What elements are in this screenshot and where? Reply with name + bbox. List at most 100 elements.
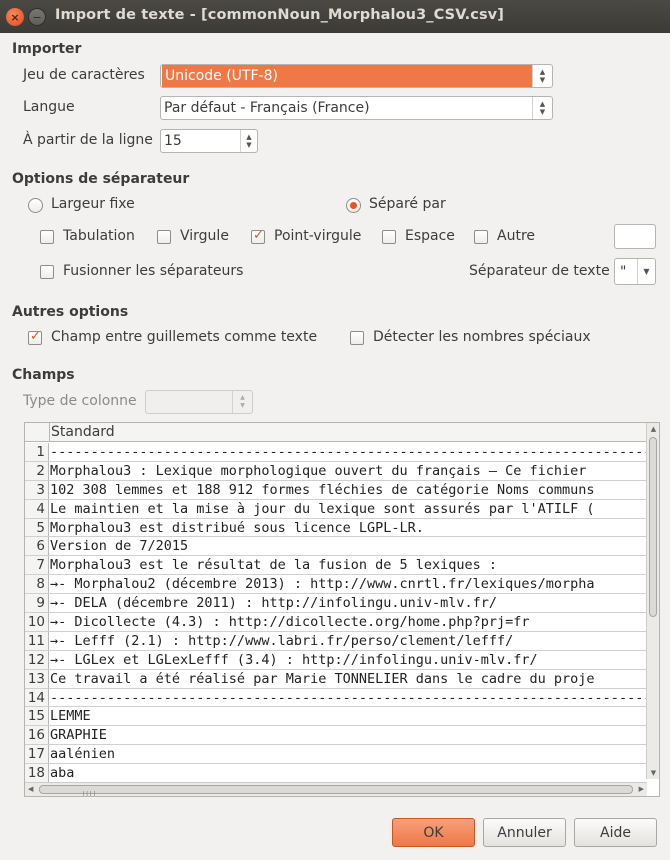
- table-row[interactable]: 16 GRAPHIE: [25, 726, 647, 746]
- spin-arrows-icon[interactable]: ▲ ▼: [240, 130, 257, 152]
- table-cell[interactable]: Morphalou3 : Lexique morphologique ouver…: [49, 462, 647, 480]
- row-number[interactable]: 4: [25, 499, 49, 518]
- cancel-button[interactable]: Annuler: [483, 818, 566, 847]
- table-cell[interactable]: Morphalou3 est distribué sous licence LG…: [49, 519, 647, 537]
- table-cell[interactable]: GRAPHIE: [49, 726, 647, 744]
- scroll-thumb[interactable]: ||||: [39, 785, 633, 796]
- spin-arrows-icon[interactable]: ▲ ▼: [532, 97, 552, 119]
- table-row[interactable]: 9 →- DELA (décembre 2011) : http://infoli…: [25, 594, 647, 614]
- quoted-as-text-label[interactable]: Champ entre guillemets comme texte: [51, 329, 317, 345]
- chevron-down-icon[interactable]: ▼: [637, 259, 655, 284]
- table-row[interactable]: 7 Morphalou3 est le résultat de la fusion…: [25, 556, 647, 576]
- tab-checkbox[interactable]: [40, 230, 54, 244]
- table-cell[interactable]: Morphalou3 est le résultat de la fusion …: [49, 556, 647, 574]
- text-delimiter-combo[interactable]: " ▼: [614, 258, 656, 285]
- merge-label[interactable]: Fusionner les séparateurs: [63, 263, 243, 279]
- other-checkbox[interactable]: [474, 230, 488, 244]
- table-row[interactable]: 11 →- Lefff (2.1) : http://www.labri.fr/p…: [25, 631, 647, 651]
- table-cell[interactable]: →- Dicollecte (4.3) : http://dicollecte.…: [49, 613, 647, 631]
- table-row[interactable]: 1 ---------------------------------------…: [25, 443, 647, 462]
- row-number[interactable]: 9: [25, 594, 49, 613]
- fixed-width-label[interactable]: Largeur fixe: [51, 196, 135, 212]
- fixed-width-radio[interactable]: [28, 198, 43, 213]
- vertical-scrollbar[interactable]: ▲ ▼: [646, 423, 659, 779]
- horizontal-scrollbar[interactable]: ◀ |||| ▶: [25, 782, 647, 796]
- merge-checkbox[interactable]: [40, 265, 54, 279]
- table-row[interactable]: 18 aba: [25, 764, 647, 784]
- table-cell[interactable]: ----------------------------------------…: [49, 443, 647, 461]
- row-number[interactable]: 14: [25, 688, 49, 707]
- table-cell[interactable]: Le maintien et la mise à jour du lexique…: [49, 500, 647, 518]
- table-row[interactable]: 2 Morphalou3 : Lexique morphologique ouve…: [25, 461, 647, 481]
- separated-by-radio[interactable]: [346, 198, 361, 213]
- row-number[interactable]: 2: [25, 461, 49, 480]
- table-row[interactable]: 14 --------------------------------------…: [25, 688, 647, 708]
- help-button[interactable]: Aide: [574, 818, 657, 847]
- close-icon[interactable]: ×: [6, 8, 24, 26]
- semicolon-label[interactable]: Point-virgule: [274, 228, 361, 244]
- space-checkbox[interactable]: [382, 230, 396, 244]
- semicolon-checkbox[interactable]: [251, 228, 265, 244]
- detect-special-label[interactable]: Détecter les nombres spéciaux: [373, 329, 591, 345]
- column-header[interactable]: Standard: [49, 423, 649, 442]
- row-number[interactable]: 17: [25, 745, 49, 764]
- row-number[interactable]: 18: [25, 764, 49, 783]
- spin-arrows-icon[interactable]: ▲ ▼: [232, 391, 252, 413]
- table-row[interactable]: 8 →- Morphalou2 (décembre 2013) : http://…: [25, 575, 647, 595]
- from-line-value[interactable]: 15: [161, 133, 240, 149]
- table-cell[interactable]: →- Morphalou2 (décembre 2013) : http://w…: [49, 575, 647, 593]
- ok-button[interactable]: OK: [392, 818, 475, 847]
- row-number[interactable]: 8: [25, 575, 49, 594]
- arrow-down-icon[interactable]: ▼: [649, 769, 658, 777]
- charset-combo[interactable]: Unicode (UTF-8) ▲ ▼: [160, 64, 553, 88]
- preview-grid[interactable]: Standard 1 ------------------------------…: [24, 422, 660, 797]
- row-number[interactable]: 16: [25, 726, 49, 745]
- table-cell[interactable]: Version de 7/2015: [49, 537, 647, 555]
- row-number[interactable]: 10: [25, 613, 49, 631]
- table-cell[interactable]: ----------------------------------------…: [49, 689, 647, 707]
- language-combo[interactable]: Par défaut - Français (France) ▲ ▼: [160, 96, 553, 120]
- separated-by-label[interactable]: Séparé par: [369, 196, 446, 212]
- table-row[interactable]: 3 102 308 lemmes et 188 912 formes fléchi…: [25, 480, 647, 500]
- row-number[interactable]: 12: [25, 650, 49, 669]
- table-row[interactable]: 5 Morphalou3 est distribué sous licence L…: [25, 518, 647, 538]
- table-cell[interactable]: →- DELA (décembre 2011) : http://infolin…: [49, 594, 647, 612]
- row-number[interactable]: 11: [25, 631, 49, 650]
- table-row[interactable]: 15 LEMME: [25, 707, 647, 727]
- table-row[interactable]: 17 aalénien: [25, 745, 647, 765]
- row-number[interactable]: 1: [25, 443, 49, 461]
- table-cell[interactable]: aalénien: [49, 745, 647, 763]
- other-label[interactable]: Autre: [497, 228, 535, 244]
- from-line-spinbox[interactable]: 15 ▲ ▼: [160, 129, 258, 153]
- row-number[interactable]: 5: [25, 518, 49, 537]
- arrow-left-icon[interactable]: ◀: [28, 785, 33, 793]
- quoted-as-text-checkbox[interactable]: [28, 329, 42, 345]
- comma-checkbox[interactable]: [157, 230, 171, 244]
- arrow-right-icon[interactable]: ▶: [639, 785, 644, 793]
- table-row[interactable]: 10 →- Dicollecte (4.3) : http://dicollect…: [25, 613, 647, 632]
- comma-label[interactable]: Virgule: [180, 228, 229, 244]
- table-cell[interactable]: Ce travail a été réalisé par Marie TONNE…: [49, 670, 647, 688]
- table-row[interactable]: 6 Version de 7/2015: [25, 537, 647, 557]
- table-cell[interactable]: aba: [49, 764, 647, 782]
- scroll-thumb[interactable]: [649, 437, 657, 617]
- table-cell[interactable]: →- LGLex et LGLexLefff (3.4) : http://in…: [49, 651, 647, 669]
- arrow-up-icon[interactable]: ▲: [649, 425, 658, 433]
- minimize-icon[interactable]: −: [28, 8, 46, 26]
- space-label[interactable]: Espace: [405, 228, 455, 244]
- table-cell[interactable]: →- Lefff (2.1) : http://www.labri.fr/per…: [49, 632, 647, 650]
- row-number[interactable]: 15: [25, 707, 49, 726]
- row-number[interactable]: 3: [25, 480, 49, 499]
- table-row[interactable]: 13 Ce travail a été réalisé par Marie TON…: [25, 669, 647, 689]
- detect-special-checkbox[interactable]: [350, 331, 364, 345]
- row-number[interactable]: 13: [25, 669, 49, 688]
- other-separator-input[interactable]: [614, 224, 656, 249]
- table-cell[interactable]: LEMME: [49, 707, 647, 725]
- table-row[interactable]: 4 Le maintien et la mise à jour du lexiqu…: [25, 499, 647, 519]
- table-cell[interactable]: 102 308 lemmes et 188 912 formes fléchie…: [49, 481, 647, 499]
- spin-arrows-icon[interactable]: ▲ ▼: [532, 65, 552, 87]
- row-number[interactable]: 6: [25, 537, 49, 556]
- tab-label[interactable]: Tabulation: [63, 228, 135, 244]
- row-number[interactable]: 7: [25, 556, 49, 575]
- table-row[interactable]: 12 →- LGLex et LGLexLefff (3.4) : http://…: [25, 650, 647, 670]
